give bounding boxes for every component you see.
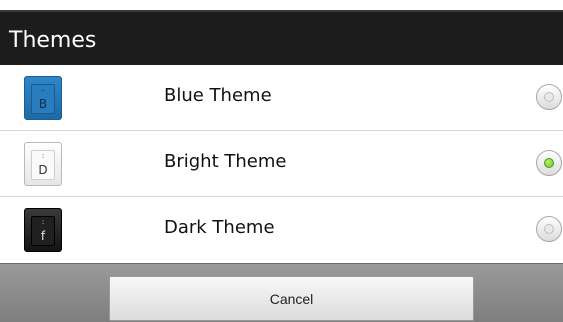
key-face: : D (31, 150, 55, 180)
dialog-title-bar: Themes (0, 10, 563, 65)
radio-dot (544, 92, 554, 102)
radio-dot (544, 158, 554, 168)
radio-dot (544, 224, 554, 234)
radio-blue-theme[interactable] (536, 84, 562, 110)
radio-dark-theme[interactable] (536, 216, 562, 242)
dialog-title: Themes (9, 28, 97, 53)
key-top-mark: – (41, 86, 45, 94)
dark-key-icon: : f (24, 208, 62, 252)
theme-label: Dark Theme (164, 217, 275, 238)
key-top-mark: : (41, 152, 45, 160)
blue-key-icon: – B (24, 76, 62, 120)
theme-option-bright[interactable]: : D Bright Theme (0, 131, 563, 197)
status-strip (0, 0, 563, 10)
key-face: : f (31, 216, 55, 246)
theme-list: – B Blue Theme : D Bright Theme : f Dark (0, 65, 563, 263)
key-face: – B (31, 84, 55, 114)
dialog-button-bar: Cancel (0, 263, 563, 322)
theme-option-dark[interactable]: : f Dark Theme (0, 197, 563, 263)
key-top-mark: : (41, 218, 45, 226)
bright-key-icon: : D (24, 142, 62, 186)
key-char: f (40, 229, 46, 243)
key-char: D (38, 163, 48, 177)
theme-label: Blue Theme (164, 85, 272, 106)
theme-option-blue[interactable]: – B Blue Theme (0, 65, 563, 131)
theme-label: Bright Theme (164, 151, 287, 172)
radio-bright-theme[interactable] (536, 150, 562, 176)
cancel-button[interactable]: Cancel (109, 276, 474, 321)
key-char: B (38, 97, 48, 111)
